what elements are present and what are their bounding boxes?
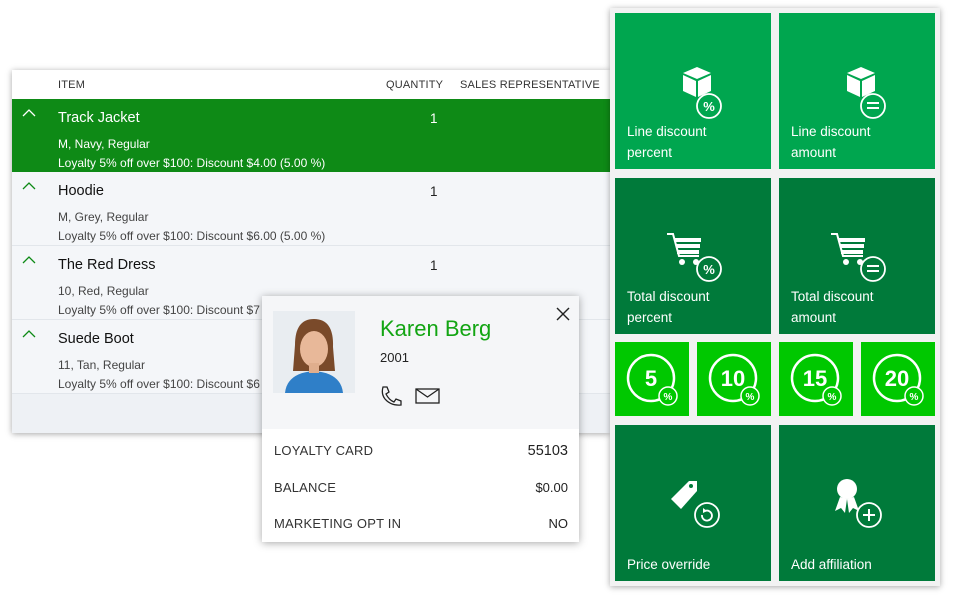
- quick-discount-15-tile[interactable]: 15 %: [779, 342, 853, 416]
- quick-discount-5-tile[interactable]: 5 %: [615, 342, 689, 416]
- svg-text:%: %: [828, 392, 837, 403]
- svg-text:%: %: [703, 99, 715, 114]
- line-discount-percent-tile[interactable]: % Line discount percent: [615, 13, 771, 169]
- customer-card: Karen Berg 2001 LOYALTY CARD 55103 BALAN…: [262, 296, 579, 542]
- chevron-up-icon[interactable]: [22, 255, 36, 265]
- line-item-name: The Red Dress: [58, 257, 156, 273]
- line-item-quantity: 1: [430, 184, 438, 199]
- percent-badge-icon: 15 %: [790, 353, 842, 406]
- svg-text:10: 10: [721, 366, 745, 391]
- cart-equals-icon: [831, 233, 886, 282]
- quick-discount-20-tile[interactable]: 20 %: [861, 342, 935, 416]
- balance-label: BALANCE: [274, 480, 337, 495]
- marketing-opt-in-value: NO: [548, 516, 569, 531]
- customer-id: 2001: [380, 350, 409, 365]
- percent-badge-icon: 5 %: [626, 353, 678, 406]
- email-icon[interactable]: [415, 388, 441, 404]
- svg-text:%: %: [910, 392, 919, 403]
- tile-label: Total discount amount: [791, 289, 874, 325]
- percent-badge-icon: 10 %: [708, 353, 760, 406]
- svg-text:%: %: [746, 392, 755, 403]
- add-affiliation-tile[interactable]: Add affiliation: [779, 425, 935, 581]
- marketing-opt-in-label: MARKETING OPT IN: [274, 516, 402, 531]
- line-discount-amount-tile[interactable]: Line discount amount: [779, 13, 935, 169]
- line-item-variant: 11, Tan, Regular: [58, 358, 145, 372]
- line-item-quantity: 1: [430, 111, 438, 126]
- lines-header: ITEM QUANTITY SALES REPRESENTATIVE: [12, 70, 610, 99]
- line-item-quantity: 1: [430, 258, 438, 273]
- table-row[interactable]: Hoodie 1 M, Grey, Regular Loyalty 5% off…: [12, 172, 610, 246]
- svg-text:5: 5: [645, 366, 657, 391]
- line-item-discount: Loyalty 5% off over $100: Discount $6.00…: [58, 229, 326, 243]
- cart-percent-icon: %: [667, 233, 722, 282]
- tile-label: Line discount percent: [627, 124, 707, 160]
- line-item-name: Track Jacket: [58, 110, 140, 126]
- discount-tiles-panel: % Line discount percent Line discount amou…: [610, 8, 940, 586]
- quick-discount-10-tile[interactable]: 10 %: [697, 342, 771, 416]
- line-item-variant: M, Grey, Regular: [58, 210, 149, 224]
- column-header-quantity: QUANTITY: [386, 79, 444, 91]
- line-item-name: Suede Boot: [58, 331, 134, 347]
- line-item-discount: Loyalty 5% off over $100: Discount $4.00…: [58, 156, 326, 170]
- box-equals-icon: [847, 67, 886, 119]
- close-icon[interactable]: [555, 306, 571, 322]
- price-override-tile[interactable]: Price override: [615, 425, 771, 581]
- svg-text:20: 20: [885, 366, 909, 391]
- line-item-variant: M, Navy, Regular: [58, 137, 150, 151]
- loyalty-card-value: 55103: [527, 443, 568, 459]
- tile-label: Add affiliation: [791, 557, 872, 572]
- line-item-discount: Loyalty 5% off over $100: Discount $7: [58, 303, 260, 317]
- customer-photo: [273, 311, 355, 393]
- tile-label: Price override: [627, 557, 711, 572]
- column-header-item: ITEM: [58, 79, 86, 91]
- tag-refresh-icon: [671, 481, 720, 528]
- customer-name[interactable]: Karen Berg: [380, 316, 491, 342]
- svg-text:%: %: [664, 392, 673, 403]
- phone-icon[interactable]: [379, 385, 403, 407]
- loyalty-card-label: LOYALTY CARD: [274, 443, 374, 458]
- line-item-discount: Loyalty 5% off over $100: Discount $6: [58, 377, 260, 391]
- total-discount-amount-tile[interactable]: Total discount amount: [779, 178, 935, 334]
- total-discount-percent-tile[interactable]: % Total discount percent: [615, 178, 771, 334]
- ribbon-plus-icon: [835, 479, 882, 528]
- svg-text:%: %: [703, 262, 715, 277]
- table-row[interactable]: Track Jacket 1 M, Navy, Regular Loyalty …: [12, 99, 610, 172]
- box-percent-icon: %: [683, 67, 722, 119]
- line-item-name: Hoodie: [58, 183, 104, 199]
- column-header-sales-rep: SALES REPRESENTATIVE: [460, 79, 600, 91]
- chevron-up-icon[interactable]: [22, 329, 36, 339]
- chevron-up-icon[interactable]: [22, 181, 36, 191]
- tile-label: Line discount amount: [791, 124, 871, 160]
- chevron-up-icon[interactable]: [22, 108, 36, 118]
- tile-label: Total discount percent: [627, 289, 710, 325]
- balance-value: $0.00: [535, 480, 568, 495]
- percent-badge-icon: 20 %: [872, 353, 924, 406]
- svg-text:15: 15: [803, 366, 827, 391]
- line-item-variant: 10, Red, Regular: [58, 284, 149, 298]
